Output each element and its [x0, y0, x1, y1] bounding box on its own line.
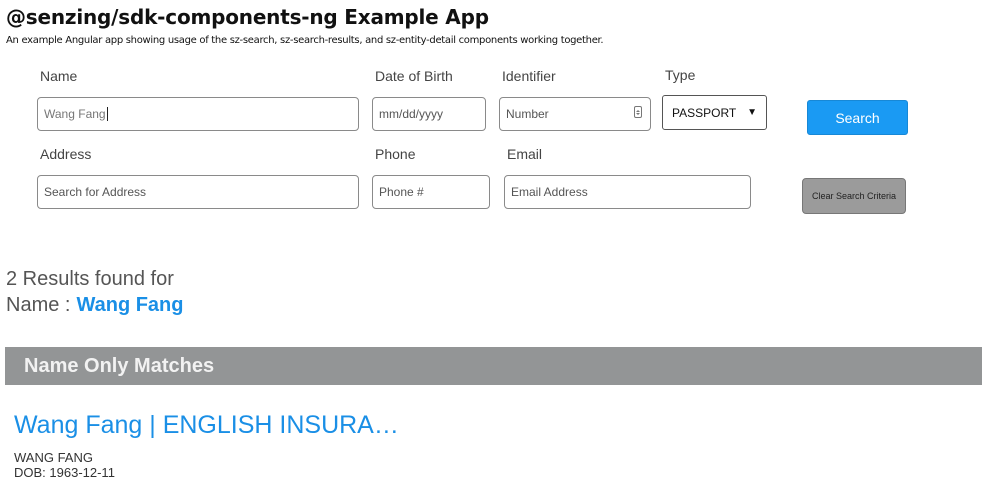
- type-select-value: PASSPORT: [672, 105, 737, 120]
- type-select[interactable]: PASSPORT ▼: [662, 95, 767, 130]
- results-criteria: Name : Wang Fang: [6, 294, 184, 317]
- app-subtitle: An example Angular app showing usage of …: [6, 35, 604, 46]
- address-input[interactable]: Search for Address: [37, 175, 359, 209]
- identifier-label: Identifier: [502, 68, 556, 84]
- name-input-value: Wang Fang: [44, 107, 106, 121]
- dob-input[interactable]: mm/dd/yyyy: [372, 97, 486, 131]
- text-cursor: [106, 107, 108, 121]
- section-title: Name Only Matches: [24, 355, 215, 377]
- address-placeholder: Search for Address: [44, 185, 147, 199]
- results-count: 2 Results found for: [6, 268, 174, 290]
- phone-label: Phone: [375, 146, 416, 162]
- identifier-placeholder: Number: [506, 107, 549, 121]
- email-placeholder: Email Address: [511, 185, 588, 199]
- phone-input[interactable]: Phone #: [372, 175, 490, 209]
- address-label: Address: [40, 146, 92, 162]
- chevron-down-icon: ▼: [747, 107, 757, 118]
- criteria-value: Wang Fang: [76, 294, 184, 316]
- dob-label: Date of Birth: [375, 68, 453, 84]
- phone-placeholder: Phone #: [379, 185, 424, 199]
- email-input[interactable]: Email Address: [504, 175, 751, 209]
- result-entity-link[interactable]: Wang Fang | ENGLISH INSURA…: [14, 411, 399, 440]
- result-entity-dob: DOB: 1963-12-11: [14, 465, 115, 480]
- dob-placeholder: mm/dd/yyyy: [379, 107, 444, 121]
- app-title: @senzing/sdk-components-ng Example App: [6, 5, 489, 29]
- type-label: Type: [665, 67, 696, 83]
- criteria-label: Name :: [6, 294, 71, 316]
- number-spinner-icon[interactable]: [634, 106, 642, 118]
- search-button[interactable]: Search: [807, 100, 908, 135]
- name-input[interactable]: Wang Fang: [37, 97, 359, 131]
- clear-search-button[interactable]: Clear Search Criteria: [802, 178, 906, 214]
- section-header: Name Only Matches: [5, 347, 982, 385]
- identifier-input[interactable]: Number: [499, 97, 651, 131]
- name-label: Name: [40, 68, 78, 84]
- email-label: Email: [507, 146, 543, 162]
- result-entity-name: WANG FANG: [14, 450, 93, 465]
